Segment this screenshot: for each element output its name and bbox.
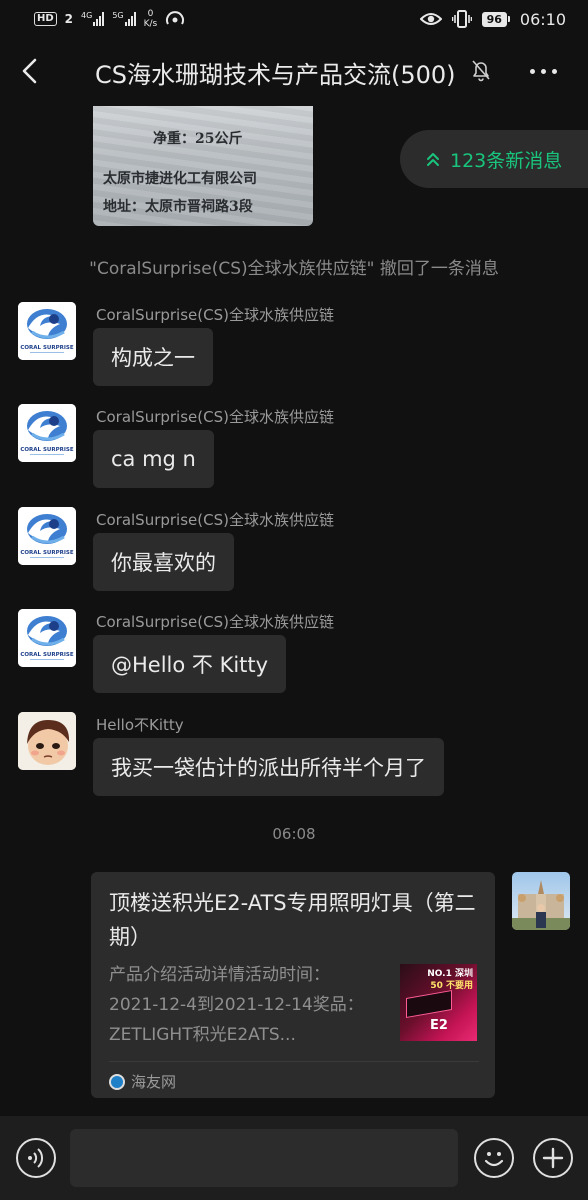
thumbnail-text: E2 (430, 1018, 448, 1033)
coral-logo-icon: CORAL SURPRISE (18, 404, 76, 462)
link-card-title: 顶楼送积光E2-ATS专用照明灯具（第二期） (109, 891, 476, 949)
recall-notice: "CoralSurprise(CS)全球水族供应链" 撤回了一条消息 (89, 259, 499, 279)
voice-input-button[interactable] (16, 1138, 56, 1178)
avatar[interactable] (18, 712, 76, 770)
chat-area[interactable]: 净重：25公斤 太原市捷进化工有限公司 地址：太原市晋祠路3段 123条新消息 … (0, 106, 588, 1116)
self-avatar[interactable] (512, 872, 570, 930)
message-bubble[interactable]: 构成之一 (93, 328, 213, 386)
emoji-button[interactable] (474, 1138, 514, 1178)
link-card-thumbnail: NO.1 深圳 50 不要用 E2 (400, 964, 477, 1041)
dot-icon (530, 68, 535, 74)
sender-name: CoralSurprise(CS)全球水族供应链 (96, 306, 334, 324)
image-text-line: 净重：25公斤 (153, 131, 243, 147)
eye-icon (419, 13, 442, 25)
user-photo-icon (512, 872, 570, 930)
hd-indicator: HD (34, 12, 57, 26)
message-bubble[interactable]: @Hello 不 Kitty (93, 635, 287, 693)
link-card-description: 产品介绍活动详情活动时间：2021-12-4到2021-12-14奖品：ZETL… (109, 965, 364, 1045)
signal-icon-2: 5G (112, 12, 136, 26)
coral-logo-icon: CORAL SURPRISE (18, 609, 76, 667)
message-bubble[interactable]: 我买一袋估计的派出所待半个月了 (93, 738, 444, 796)
sim-indicator: 2 (64, 12, 74, 26)
sender-name: CoralSurprise(CS)全球水族供应链 (96, 511, 334, 529)
double-chevron-up-icon (427, 153, 439, 166)
dot-icon (541, 68, 546, 74)
message-bubble[interactable]: 你最喜欢的 (93, 533, 234, 591)
sender-name: CoralSurprise(CS)全球水族供应链 (96, 613, 334, 631)
sender-name: Hello不Kitty (96, 716, 184, 734)
chat-header: CS海水珊瑚技术与产品交流(500) (0, 38, 588, 106)
image-text-line: 太原市捷进化工有限公司 (103, 171, 257, 187)
dot-icon (552, 68, 557, 74)
status-bar: HD 2 4G 5G 0 K/s 96 06:10 (0, 0, 588, 38)
network-speed: 0 K/s (143, 9, 158, 29)
battery-icon: 96 (481, 11, 510, 27)
svg-text:CORAL SURPRISE: CORAL SURPRISE (20, 652, 74, 658)
image-text-line: 地址：太原市晋祠路3段 (103, 199, 253, 215)
link-card-message[interactable]: 顶楼送积光E2-ATS专用照明灯具（第二期） 产品介绍活动详情活动时间：2021… (91, 872, 495, 1098)
avatar[interactable]: CORAL SURPRISE (18, 609, 76, 667)
cartoon-face-icon (18, 712, 76, 770)
svg-text:CORAL SURPRISE: CORAL SURPRISE (20, 550, 74, 556)
avatar[interactable]: CORAL SURPRISE (18, 507, 76, 565)
divider (109, 1061, 479, 1062)
avatar[interactable]: CORAL SURPRISE (18, 302, 76, 360)
input-bar (0, 1116, 588, 1200)
coral-logo-icon: CORAL SURPRISE (18, 507, 76, 565)
voice-icon (28, 1148, 44, 1168)
plus-icon (542, 1147, 564, 1169)
new-messages-button[interactable]: 123条新消息 (400, 130, 588, 188)
chat-title: CS海水珊瑚技术与产品交流(500) (95, 61, 456, 89)
more-actions-button[interactable] (533, 1138, 573, 1178)
sender-name: CoralSurprise(CS)全球水族供应链 (96, 408, 334, 426)
vibrate-icon (451, 10, 472, 28)
clock: 06:10 (519, 9, 566, 29)
avatar[interactable]: CORAL SURPRISE (18, 404, 76, 462)
source-logo-icon (109, 1073, 125, 1090)
svg-text:CORAL SURPRISE: CORAL SURPRISE (20, 447, 74, 453)
more-options-button[interactable] (530, 64, 562, 78)
message-bubble[interactable]: ca mg n (93, 430, 214, 488)
back-icon[interactable] (16, 56, 46, 86)
new-messages-label: 123条新消息 (450, 149, 563, 172)
message-timestamp: 06:08 (272, 825, 316, 843)
image-message[interactable]: 净重：25公斤 太原市捷进化工有限公司 地址：太原市晋祠路3段 (93, 106, 313, 226)
hotspot-icon (166, 11, 185, 25)
mute-bell-icon (472, 60, 490, 82)
link-card-source: 海友网 (109, 1071, 176, 1092)
coral-logo-icon: CORAL SURPRISE (18, 302, 76, 360)
signal-icon-1: 4G (81, 12, 105, 26)
source-name: 海友网 (131, 1073, 177, 1091)
message-input[interactable] (70, 1129, 458, 1187)
smiley-icon (484, 1152, 504, 1167)
svg-text:CORAL SURPRISE: CORAL SURPRISE (20, 345, 74, 351)
